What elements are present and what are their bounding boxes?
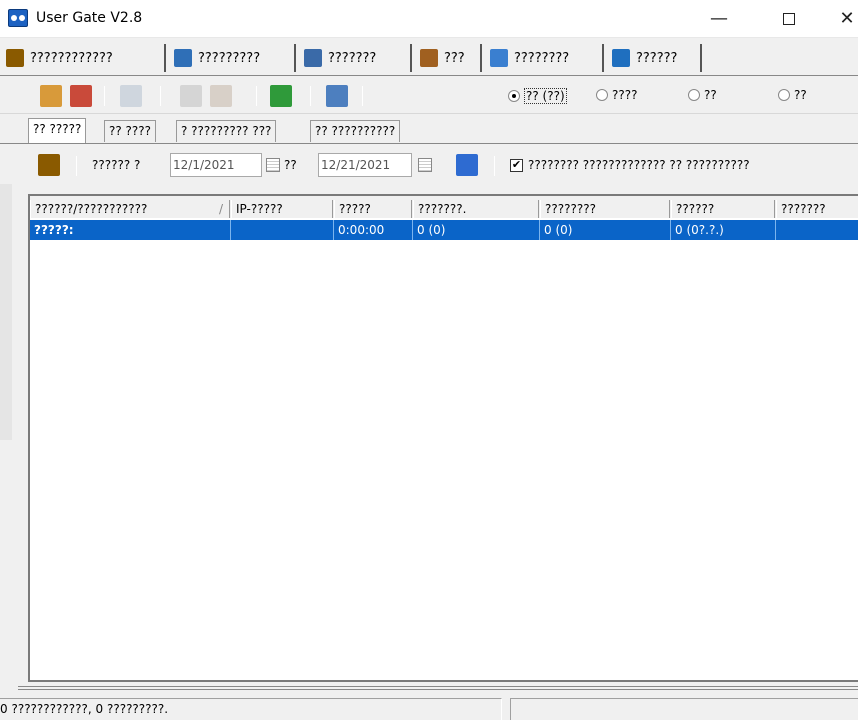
tab-settings[interactable]: ???????? [484,44,604,72]
status-panel [510,698,858,720]
radio-label: ?? [704,88,717,102]
radio-dot [508,90,520,102]
toolbar-separator [310,86,311,106]
sub-tab-bar: ?? ????? ?? ???? ? ????????? ??? ?? ????… [0,116,858,144]
radio-dot [596,89,608,101]
tab-label: ???????? [514,50,570,66]
radio-option-1[interactable]: ?? (??) [508,88,567,104]
to-label: ?? [284,158,297,172]
settings-tools-icon [490,49,508,67]
window-title: User Gate V2.8 [36,10,143,26]
excel-export-icon[interactable] [270,85,292,107]
tab-label: ?????? [636,50,678,66]
table-row[interactable]: ?????: 0:00:00 0 (0) 0 (0) 0 (0?.?.) [30,220,858,240]
column-header[interactable]: IP-????? [231,200,333,218]
toolbar-separator [104,86,105,106]
tab-connections[interactable]: ????????? [168,44,296,72]
network-plug-icon [174,49,192,67]
maximize-icon [783,13,795,25]
toolbar-separator [494,156,495,176]
asterisk-icon[interactable] [180,85,202,107]
sort-indicator-icon: / [218,202,223,216]
table-cell: 0 (0?.?.) [671,220,776,240]
calendar-icon[interactable] [418,158,432,172]
users-filter-icon[interactable] [38,154,60,176]
column-header[interactable]: ??????? [776,200,858,218]
subtab-3[interactable]: ? ????????? ??? [176,120,277,142]
radio-option-2[interactable]: ???? [596,88,637,102]
filter-bar: ?????? ? 12/1/2021 ?? 12/21/2021 ✔ ?????… [28,148,858,184]
column-header[interactable]: ????? [334,200,412,218]
column-header[interactable]: ???????? [540,200,670,218]
title-bar: User Gate V2.8 — ✕ [0,0,858,38]
checkbox-label: ???????? ????????????? ?? ?????????? [528,158,750,172]
status-bar: 0 ????????????, 0 ?????????. [0,694,858,720]
toolbar: ?? (??) ???? ?? ?? [0,78,858,114]
period-label: ?????? ? [92,158,141,172]
tab-label: ????????? [198,50,261,66]
column-header-label: ??????/??????????? [35,202,148,216]
minimize-button[interactable]: — [696,0,742,38]
column-header[interactable]: ???????. [413,200,539,218]
maximize-button[interactable] [766,0,812,38]
toolbar-separator [362,86,363,106]
tab-label: ???????????? [30,50,113,66]
users-icon [6,49,24,67]
user-disabled-icon[interactable] [210,85,232,107]
tab-label: ??????? [328,50,377,66]
main-tab-bar: ???????????? ????????? ??????? ??? ?????… [0,40,858,76]
tab-users[interactable]: ???????????? [0,44,166,72]
edit-icon[interactable] [120,85,142,107]
filter-checkbox[interactable]: ✔ [510,159,523,172]
tab-label: ??? [444,50,465,66]
help-book-icon [612,49,630,67]
user-remove-icon[interactable] [70,85,92,107]
table-cell [776,220,858,240]
subtab-4[interactable]: ?? ?????????? [310,120,401,142]
radio-label: ???? [612,88,638,102]
home-icon [420,49,438,67]
radio-option-4[interactable]: ?? [778,88,807,102]
column-header[interactable]: ??????/??????????? / [30,200,230,218]
toolbar-separator [256,86,257,106]
toolbar-separator [160,86,161,106]
radio-label: ?? [794,88,807,102]
column-header[interactable]: ?????? [671,200,775,218]
toolbar-separator [76,156,77,176]
monitor-icon [304,49,322,67]
close-button[interactable]: ✕ [824,0,858,38]
left-panel-edge [0,184,12,440]
data-table: ??????/??????????? / IP-????? ????? ????… [28,194,858,682]
radio-option-3[interactable]: ?? [688,88,717,102]
thumbs-up-icon[interactable] [40,85,62,107]
table-cell: 0:00:00 [334,220,413,240]
subtab-2[interactable]: ?? ???? [104,120,157,142]
table-cell: 0 (0) [540,220,671,240]
status-text: 0 ????????????, 0 ?????????. [0,698,502,720]
radio-dot [688,89,700,101]
table-cell [231,220,334,240]
calendar-icon[interactable] [266,158,280,172]
refresh-icon[interactable] [456,154,478,176]
subtab-1[interactable]: ?? ????? [28,118,87,143]
calculator-icon[interactable] [326,85,348,107]
table-cell: ?????: [30,220,231,240]
table-cell: 0 (0) [413,220,540,240]
date-from-input[interactable]: 12/1/2021 [170,153,262,177]
radio-dot [778,89,790,101]
tab-help[interactable]: ?????? [606,44,702,72]
tab-home[interactable]: ??? [414,44,482,72]
table-header: ??????/??????????? / IP-????? ????? ????… [30,196,858,218]
date-to-input[interactable]: 12/21/2021 [318,153,412,177]
radio-label: ?? (??) [524,88,567,104]
panel-splitter[interactable] [18,686,858,690]
tab-monitor[interactable]: ??????? [298,44,412,72]
app-logo-icon [8,9,28,27]
